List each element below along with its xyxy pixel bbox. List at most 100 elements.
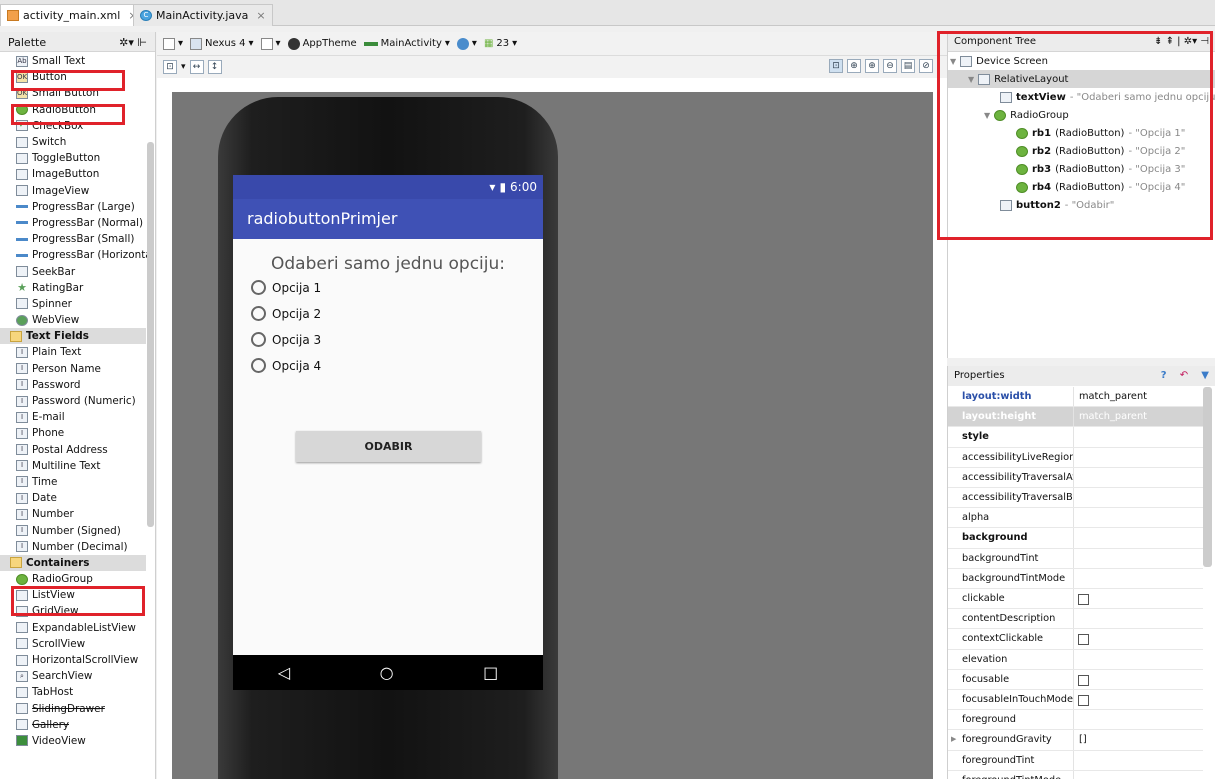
property-value[interactable] [1074,751,1079,770]
palette-item[interactable]: I Person Name [0,361,146,377]
tree-node[interactable]: rb4 (RadioButton) - "Opcija 4" [948,178,1215,196]
help-icon[interactable]: ? [1161,370,1167,381]
property-checkbox[interactable] [1078,594,1089,605]
palette-item[interactable]: VideoView [0,733,146,749]
property-value[interactable] [1074,549,1079,568]
tree-node[interactable]: ▼ RelativeLayout [948,70,1215,88]
palette-item[interactable]: I Password (Numeric) [0,393,146,409]
refresh-icon[interactable]: ⊘ [919,59,933,73]
filter-icon[interactable]: ▼ [1201,370,1209,381]
tab-activity-main[interactable]: activity_main.xml × [0,4,145,26]
property-value[interactable] [1074,427,1079,446]
property-row[interactable]: focusable [948,669,1203,690]
palette-item[interactable]: ExpandableListView [0,620,146,636]
property-value[interactable] [1074,650,1079,669]
close-icon[interactable]: × [256,9,265,22]
property-row[interactable]: contentDescription [948,609,1203,630]
property-value[interactable] [1074,528,1079,547]
property-row[interactable]: layout:width match_parent [948,387,1203,408]
property-row[interactable]: alpha [948,508,1203,529]
palette-item[interactable]: ProgressBar (Small) [0,231,146,247]
property-row[interactable]: accessibilityTraversalAfte [948,467,1203,488]
palette-item[interactable]: RadioButton [0,102,146,118]
property-value[interactable] [1074,609,1079,628]
property-value[interactable] [1074,508,1079,527]
palette-item[interactable]: SeekBar [0,263,146,279]
palette-item[interactable]: Switch [0,134,146,150]
fit-icon[interactable]: ⊡ [163,60,177,74]
property-row[interactable]: layout:height match_parent [948,407,1203,428]
radio-option-1[interactable]: Opcija 1 [251,280,321,295]
palette-item[interactable]: SlidingDrawer [0,701,146,717]
palette-item[interactable]: ★ RatingBar [0,280,146,296]
recents-icon[interactable]: □ [483,663,498,682]
palette-item[interactable]: ProgressBar (Normal) [0,215,146,231]
orientation-dropdown[interactable]: ▾ [260,37,281,50]
palette-item[interactable]: ⌕ SearchView [0,668,146,684]
odabir-button[interactable]: ODABIR [296,431,481,462]
expand-horizontal-icon[interactable]: ↔ [189,60,204,74]
device-dropdown[interactable]: Nexus 4 ▾ [190,37,254,50]
palette-item[interactable]: ScrollView [0,636,146,652]
palette-item[interactable]: I Postal Address [0,442,146,458]
api-level-dropdown[interactable]: ▦ 23 ▾ [484,38,517,49]
palette-category[interactable]: Text Fields [0,328,146,345]
palette-item[interactable]: I Number (Decimal) [0,539,146,555]
palette-item[interactable]: ImageView [0,183,146,199]
property-row[interactable]: backgroundTintMode [948,568,1203,589]
tree-node[interactable]: button2 - "Odabir" [948,196,1215,214]
property-row[interactable]: foregroundTint [948,750,1203,771]
tree-node[interactable]: textView - "Odaberi samo jednu opciju:" [948,88,1215,106]
property-value[interactable] [1074,771,1079,779]
tree-node[interactable]: ▼ RadioGroup [948,106,1215,124]
tree-node[interactable]: rb2 (RadioButton) - "Opcija 2" [948,142,1215,160]
palette-item[interactable]: ✓ CheckBox [0,118,146,134]
palette-item[interactable]: GridView [0,603,146,619]
property-row[interactable]: accessibilityLiveRegion [948,447,1203,468]
property-value[interactable]: match_parent [1074,407,1147,426]
palette-item[interactable]: ToggleButton [0,150,146,166]
palette-item[interactable]: WebView [0,312,146,328]
property-value[interactable] [1074,710,1079,729]
activity-dropdown[interactable]: MainActivity ▾ [363,38,450,49]
radio-option-3[interactable]: Opcija 3 [251,332,321,347]
home-icon[interactable]: ○ [380,663,394,682]
palette-item[interactable]: I E-mail [0,409,146,425]
property-row[interactable]: clickable [948,589,1203,610]
tab-main-activity[interactable]: C MainActivity.java × [133,4,273,26]
palette-scrollbar[interactable] [147,142,154,527]
palette-item[interactable]: Gallery [0,717,146,733]
property-row[interactable]: focusableInTouchMode [948,690,1203,711]
design-mode-dropdown[interactable]: ▾ [163,37,183,50]
expand-arrow-icon[interactable]: ▼ [984,111,990,120]
property-row[interactable]: background [948,528,1203,549]
zoom-actual-icon[interactable]: ⊕ [847,59,861,73]
tree-options-icon[interactable]: ⇟ ⇞ | ✲▾ ⊣ [1154,36,1209,47]
palette-item[interactable]: OK Button [0,69,146,85]
palette-item[interactable]: Ab Small Text [0,53,146,69]
property-row[interactable]: foreground [948,710,1203,731]
property-row[interactable]: elevation [948,649,1203,670]
palette-item[interactable]: Spinner [0,296,146,312]
undo-icon[interactable]: ↶ [1180,370,1188,381]
property-row[interactable]: backgroundTint [948,548,1203,569]
property-checkbox[interactable] [1078,634,1089,646]
tree-node[interactable]: ▼ Device Screen [948,52,1215,70]
expand-arrow-icon[interactable]: ▶ [951,735,956,743]
locale-dropdown[interactable]: ▾ [456,37,477,50]
tree-node[interactable]: rb1 (RadioButton) - "Opcija 1" [948,124,1215,142]
property-row[interactable]: contextClickable [948,629,1203,650]
property-row[interactable]: style [948,427,1203,448]
property-row[interactable]: foregroundTintMode [948,770,1203,779]
property-value[interactable]: [] [1074,730,1087,749]
tree-node[interactable]: rb3 (RadioButton) - "Opcija 3" [948,160,1215,178]
palette-item[interactable]: TabHost [0,684,146,700]
screenshot-icon[interactable]: ▤ [901,59,915,73]
property-value[interactable] [1074,569,1079,588]
gear-icon[interactable]: ✲▾ ⊩ [119,36,147,49]
palette-item[interactable]: ImageButton [0,166,146,182]
radio-option-2[interactable]: Opcija 2 [251,306,321,321]
palette-item[interactable]: RadioGroup [0,571,146,587]
property-row[interactable]: accessibilityTraversalBefc [948,488,1203,509]
palette-item[interactable]: I Date [0,490,146,506]
